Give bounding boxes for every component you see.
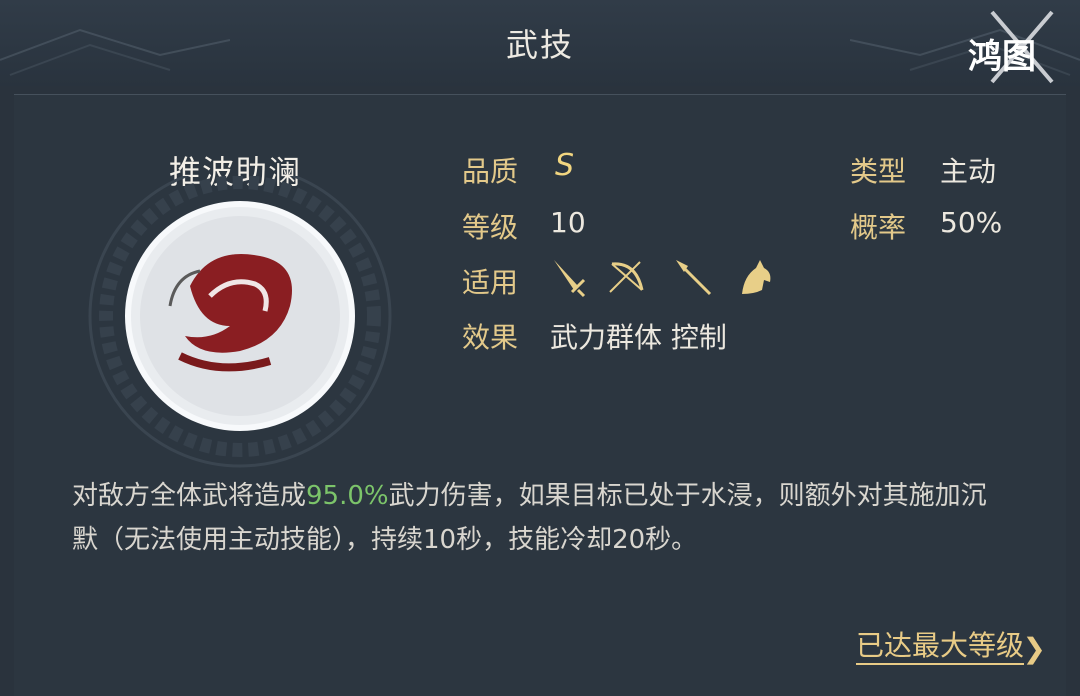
skill-emblem-icon — [88, 176, 392, 468]
type-label: 类型 — [850, 155, 907, 188]
applicable-label: 适用 — [462, 266, 519, 299]
level-label: 等级 — [462, 211, 519, 244]
damage-percent: 95.0% — [306, 481, 389, 511]
skill-description: 对敌方全体武将造成95.0%武力伤害，如果目标已处于水浸，则额外对其施加沉默（无… — [72, 474, 1012, 562]
description-prefix: 对敌方全体武将造成 — [72, 481, 307, 511]
max-level-link[interactable]: 已达最大等级 — [855, 630, 1024, 665]
level-value: 10 — [550, 206, 586, 239]
chance-value: 50% — [940, 206, 1003, 239]
horse-icon — [742, 260, 771, 294]
quality-value: S — [555, 148, 575, 183]
chevron-right-icon[interactable]: ❯ — [1023, 632, 1046, 665]
game-logo: 鸿图 — [968, 10, 1054, 84]
effect-value: 武力群体 控制 — [550, 321, 727, 354]
svg-text:鸿图: 鸿图 — [968, 37, 1036, 77]
effect-label: 效果 — [462, 321, 519, 354]
sword-icon — [554, 260, 586, 298]
chance-label: 概率 — [850, 211, 907, 244]
spear-icon — [676, 260, 712, 296]
type-value: 主动 — [940, 155, 997, 188]
bow-icon — [609, 261, 644, 293]
quality-label: 品质 — [462, 155, 519, 188]
header-bar: 武技 鸿图 — [0, 0, 1080, 86]
